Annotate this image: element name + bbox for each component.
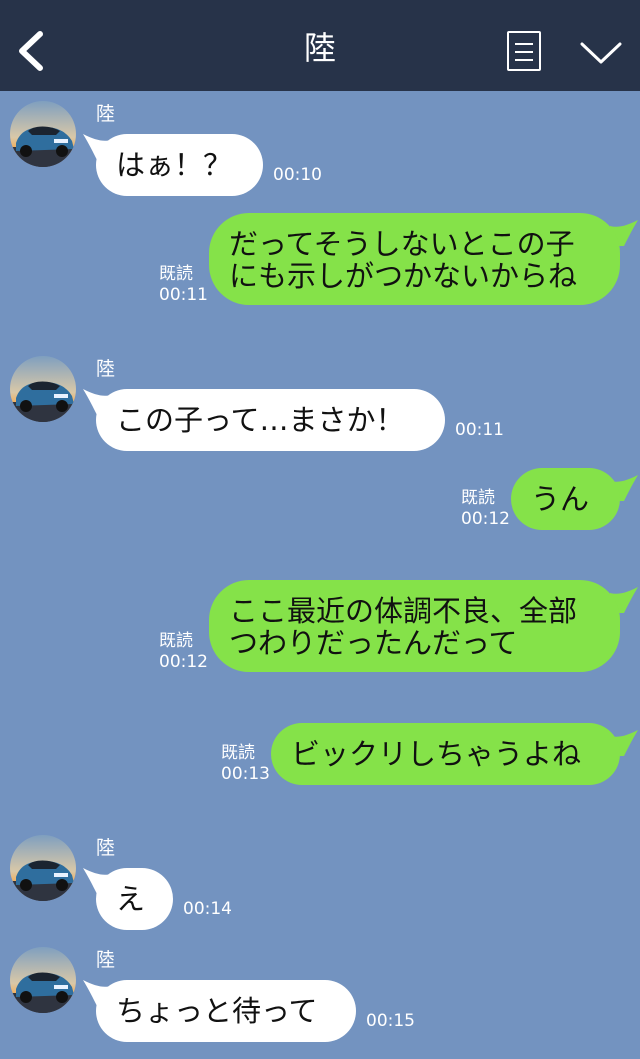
read-receipt: 既読 bbox=[221, 743, 255, 763]
sender-name: 陸 bbox=[96, 949, 116, 971]
read-receipt: 既読 bbox=[159, 631, 193, 651]
avatar[interactable] bbox=[10, 835, 76, 901]
sender-name: 陸 bbox=[96, 837, 116, 859]
avatar[interactable] bbox=[10, 101, 76, 167]
message-bubble[interactable]: だってそうしないとこの子 にも示しがつかないからね bbox=[209, 213, 620, 305]
message-bubble[interactable]: うん bbox=[511, 468, 620, 530]
message-time: 00:12 bbox=[461, 509, 510, 529]
message-bubble[interactable]: ここ最近の体調不良、全部 つわりだったんだって bbox=[209, 580, 620, 672]
message-time: 00:15 bbox=[366, 1011, 415, 1031]
sender-name: 陸 bbox=[96, 103, 116, 125]
avatar[interactable] bbox=[10, 356, 76, 422]
notes-icon[interactable] bbox=[507, 31, 541, 71]
message-time: 00:11 bbox=[159, 285, 208, 305]
read-receipt: 既読 bbox=[461, 488, 495, 508]
sender-name: 陸 bbox=[96, 358, 116, 380]
message-bubble[interactable]: え bbox=[96, 868, 173, 930]
message-line: だってそうしないとこの子 bbox=[229, 227, 575, 261]
avatar[interactable] bbox=[10, 947, 76, 1013]
message-line: ここ最近の体調不良、全部 bbox=[229, 594, 578, 628]
message-line: にも示しがつかないからね bbox=[229, 259, 578, 293]
message-time: 00:11 bbox=[455, 420, 504, 440]
message-time: 00:14 bbox=[183, 899, 232, 919]
message-time: 00:12 bbox=[159, 652, 208, 672]
message-bubble[interactable]: この子って…まさか！ bbox=[96, 389, 445, 451]
chat-header: 陸 bbox=[0, 0, 640, 91]
message-time: 00:10 bbox=[273, 165, 322, 185]
message-time: 00:13 bbox=[221, 764, 270, 784]
read-receipt: 既読 bbox=[159, 264, 193, 284]
message-bubble[interactable]: はぁ！？ bbox=[96, 134, 263, 196]
chevron-down-icon[interactable] bbox=[580, 40, 622, 66]
message-line: つわりだったんだって bbox=[229, 626, 518, 660]
chat-title: 陸 bbox=[303, 29, 336, 67]
message-bubble[interactable]: ビックリしちゃうよね bbox=[271, 723, 620, 785]
message-bubble[interactable]: ちょっと待って bbox=[96, 980, 356, 1042]
